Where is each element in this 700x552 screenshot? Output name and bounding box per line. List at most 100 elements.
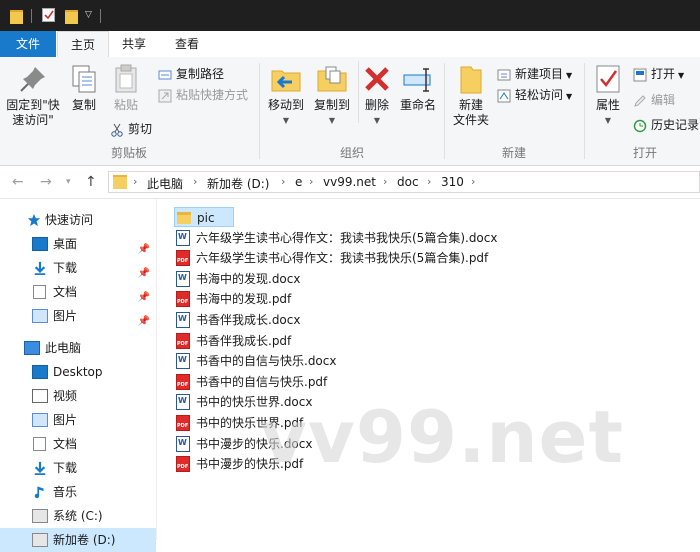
chevron-down-icon[interactable]: ▽ xyxy=(85,10,92,26)
recent-locations-icon[interactable]: ▾ xyxy=(66,177,71,187)
divider xyxy=(31,9,32,23)
nav-desktop[interactable]: Desktop xyxy=(0,360,156,384)
easy-access-button[interactable]: 轻松访问 ▼ xyxy=(497,86,572,104)
tab-share[interactable]: 共享 xyxy=(110,31,158,57)
nav-downloads-quick[interactable]: 下载 📌 xyxy=(0,256,156,280)
chevron-down-icon: ▼ xyxy=(566,92,573,101)
delete-label: 删除 xyxy=(364,98,389,112)
file-name: 书香伴我成长.pdf xyxy=(196,333,292,348)
nav-label: 下载 xyxy=(53,261,78,275)
crumb-doc[interactable]: doc xyxy=(397,175,419,189)
divider xyxy=(100,9,101,23)
shortcut-icon xyxy=(158,89,172,103)
tab-file[interactable]: 文件 xyxy=(0,31,56,57)
nav-quick-access[interactable]: 快速访问 xyxy=(0,208,156,232)
nav-label: 下载 xyxy=(53,461,78,475)
word-file-icon xyxy=(176,394,190,411)
chevron-right-icon: › xyxy=(471,175,476,188)
properties-label: 属性 xyxy=(595,98,620,112)
ribbon: 固定到"快 速访问" 复制 粘贴 复制路径 粘贴快捷方式 剪切 剪贴板 移动到 … xyxy=(0,57,700,166)
nav-label: 视频 xyxy=(53,389,78,403)
back-arrow-icon[interactable]: ← xyxy=(12,174,24,190)
tab-view[interactable]: 查看 xyxy=(163,31,211,57)
pane-divider[interactable] xyxy=(156,199,157,540)
folder-icon[interactable] xyxy=(10,10,23,24)
move-folder-icon xyxy=(270,63,302,95)
nav-documents-quick[interactable]: 文档 📌 xyxy=(0,280,156,304)
pin-label-line1: 固定到"快 xyxy=(6,98,60,112)
scissors-icon xyxy=(110,123,124,137)
nav-documents[interactable]: 文档 xyxy=(0,432,156,456)
breadcrumb[interactable]: › 此电脑 › 新加卷 (D:) › e › vv99.net › doc › … xyxy=(108,171,700,193)
nav-drive-d[interactable]: 新加卷 (D:) xyxy=(0,528,156,552)
nav-music[interactable]: 音乐 xyxy=(0,480,156,504)
up-arrow-icon[interactable]: ↑ xyxy=(85,174,97,190)
divider xyxy=(358,61,359,123)
new-folder-icon[interactable] xyxy=(65,10,78,24)
paste-button[interactable]: 粘贴 xyxy=(106,63,146,113)
crumb-drive-d[interactable]: 新加卷 (D:) xyxy=(207,175,269,192)
history-button[interactable]: 历史记录 xyxy=(633,116,699,134)
word-file-icon xyxy=(176,229,190,246)
open-button[interactable]: 打开 ▼ xyxy=(633,65,684,83)
forward-arrow-icon[interactable]: → xyxy=(40,174,52,190)
nav-pictures-quick[interactable]: 图片 📌 xyxy=(0,304,156,328)
tab-home[interactable]: 主页 xyxy=(57,31,109,59)
edit-label: 编辑 xyxy=(651,93,676,107)
chevron-right-icon: › xyxy=(383,175,388,188)
cut-button[interactable]: 剪切 xyxy=(110,120,152,138)
nav-label: 文档 xyxy=(53,437,78,451)
easy-access-icon xyxy=(497,89,511,103)
nav-desktop-quick[interactable]: 桌面 📌 xyxy=(0,232,156,256)
paste-label: 粘贴 xyxy=(113,98,138,112)
nav-drive-c[interactable]: 系统 (C:) xyxy=(0,504,156,528)
nav-this-pc[interactable]: 此电脑 xyxy=(0,336,156,360)
history-icon xyxy=(633,119,647,133)
nav-videos[interactable]: 视频 xyxy=(0,384,156,408)
pictures-icon xyxy=(32,309,48,323)
address-bar: ← → ▾ ↑ › 此电脑 › 新加卷 (D:) › e › vv99.net … xyxy=(0,166,700,199)
folder-icon xyxy=(113,175,127,189)
file-name: 书香伴我成长.docx xyxy=(196,313,301,327)
new-item-button[interactable]: 新建项目 ▼ xyxy=(497,65,572,83)
paste-shortcut-button[interactable]: 粘贴快捷方式 xyxy=(158,86,248,104)
properties-button[interactable]: 属性 ▼ xyxy=(589,63,627,128)
new-item-icon xyxy=(497,68,511,82)
crumb-vv99[interactable]: vv99.net xyxy=(323,175,376,189)
pin-to-quick-access-button[interactable]: 固定到"快 速访问" xyxy=(4,63,62,128)
nav-pictures[interactable]: 图片 xyxy=(0,408,156,432)
file-name: 书海中的发现.pdf xyxy=(196,292,292,307)
new-folder-button[interactable]: 新建 文件夹 xyxy=(449,63,493,128)
chevron-right-icon: › xyxy=(309,175,314,188)
clipboard-icon xyxy=(110,63,142,95)
crumb-310[interactable]: 310 xyxy=(441,175,464,189)
nav-label: 音乐 xyxy=(53,485,78,499)
new-group: 新建 文件夹 新建项目 ▼ 轻松访问 ▼ 新建 xyxy=(445,57,583,165)
chevron-down-icon: ▼ xyxy=(678,71,685,80)
chevron-right-icon: › xyxy=(133,175,138,188)
properties-icon[interactable] xyxy=(42,8,55,22)
pin-icon[interactable]: 📌 xyxy=(138,310,150,334)
open-icon xyxy=(633,68,647,82)
pdf-file-icon xyxy=(176,291,190,308)
copy-folder-icon xyxy=(316,63,348,95)
copy-to-button[interactable]: 复制到 ▼ xyxy=(310,63,354,128)
crumb-this-pc[interactable]: 此电脑 xyxy=(147,175,183,192)
nav-label: 系统 (C:) xyxy=(53,509,103,523)
rename-button[interactable]: 重命名 xyxy=(396,63,440,113)
edit-button[interactable]: 编辑 xyxy=(633,91,675,109)
documents-icon xyxy=(33,285,46,299)
nav-downloads[interactable]: 下载 xyxy=(0,456,156,480)
pdf-file-icon xyxy=(176,250,190,267)
copy-button[interactable]: 复制 xyxy=(64,63,104,113)
folder-row[interactable]: pic xyxy=(174,207,234,227)
delete-button[interactable]: 删除 ▼ xyxy=(360,63,394,128)
navigation-pane: 快速访问 桌面 📌 下载 📌 文档 📌 图片 📌 此电脑 Desktop 视频 … xyxy=(0,199,156,552)
move-to-button[interactable]: 移动到 ▼ xyxy=(264,63,308,128)
nav-label: 快速访问 xyxy=(45,213,94,227)
file-name: 书海中的发现.docx xyxy=(196,271,301,286)
file-name: 书香中的自信与快乐.docx xyxy=(196,354,337,369)
crumb-e[interactable]: e xyxy=(295,175,302,189)
copy-path-button[interactable]: 复制路径 xyxy=(158,65,224,83)
watermark: vv99.net xyxy=(260,395,624,479)
